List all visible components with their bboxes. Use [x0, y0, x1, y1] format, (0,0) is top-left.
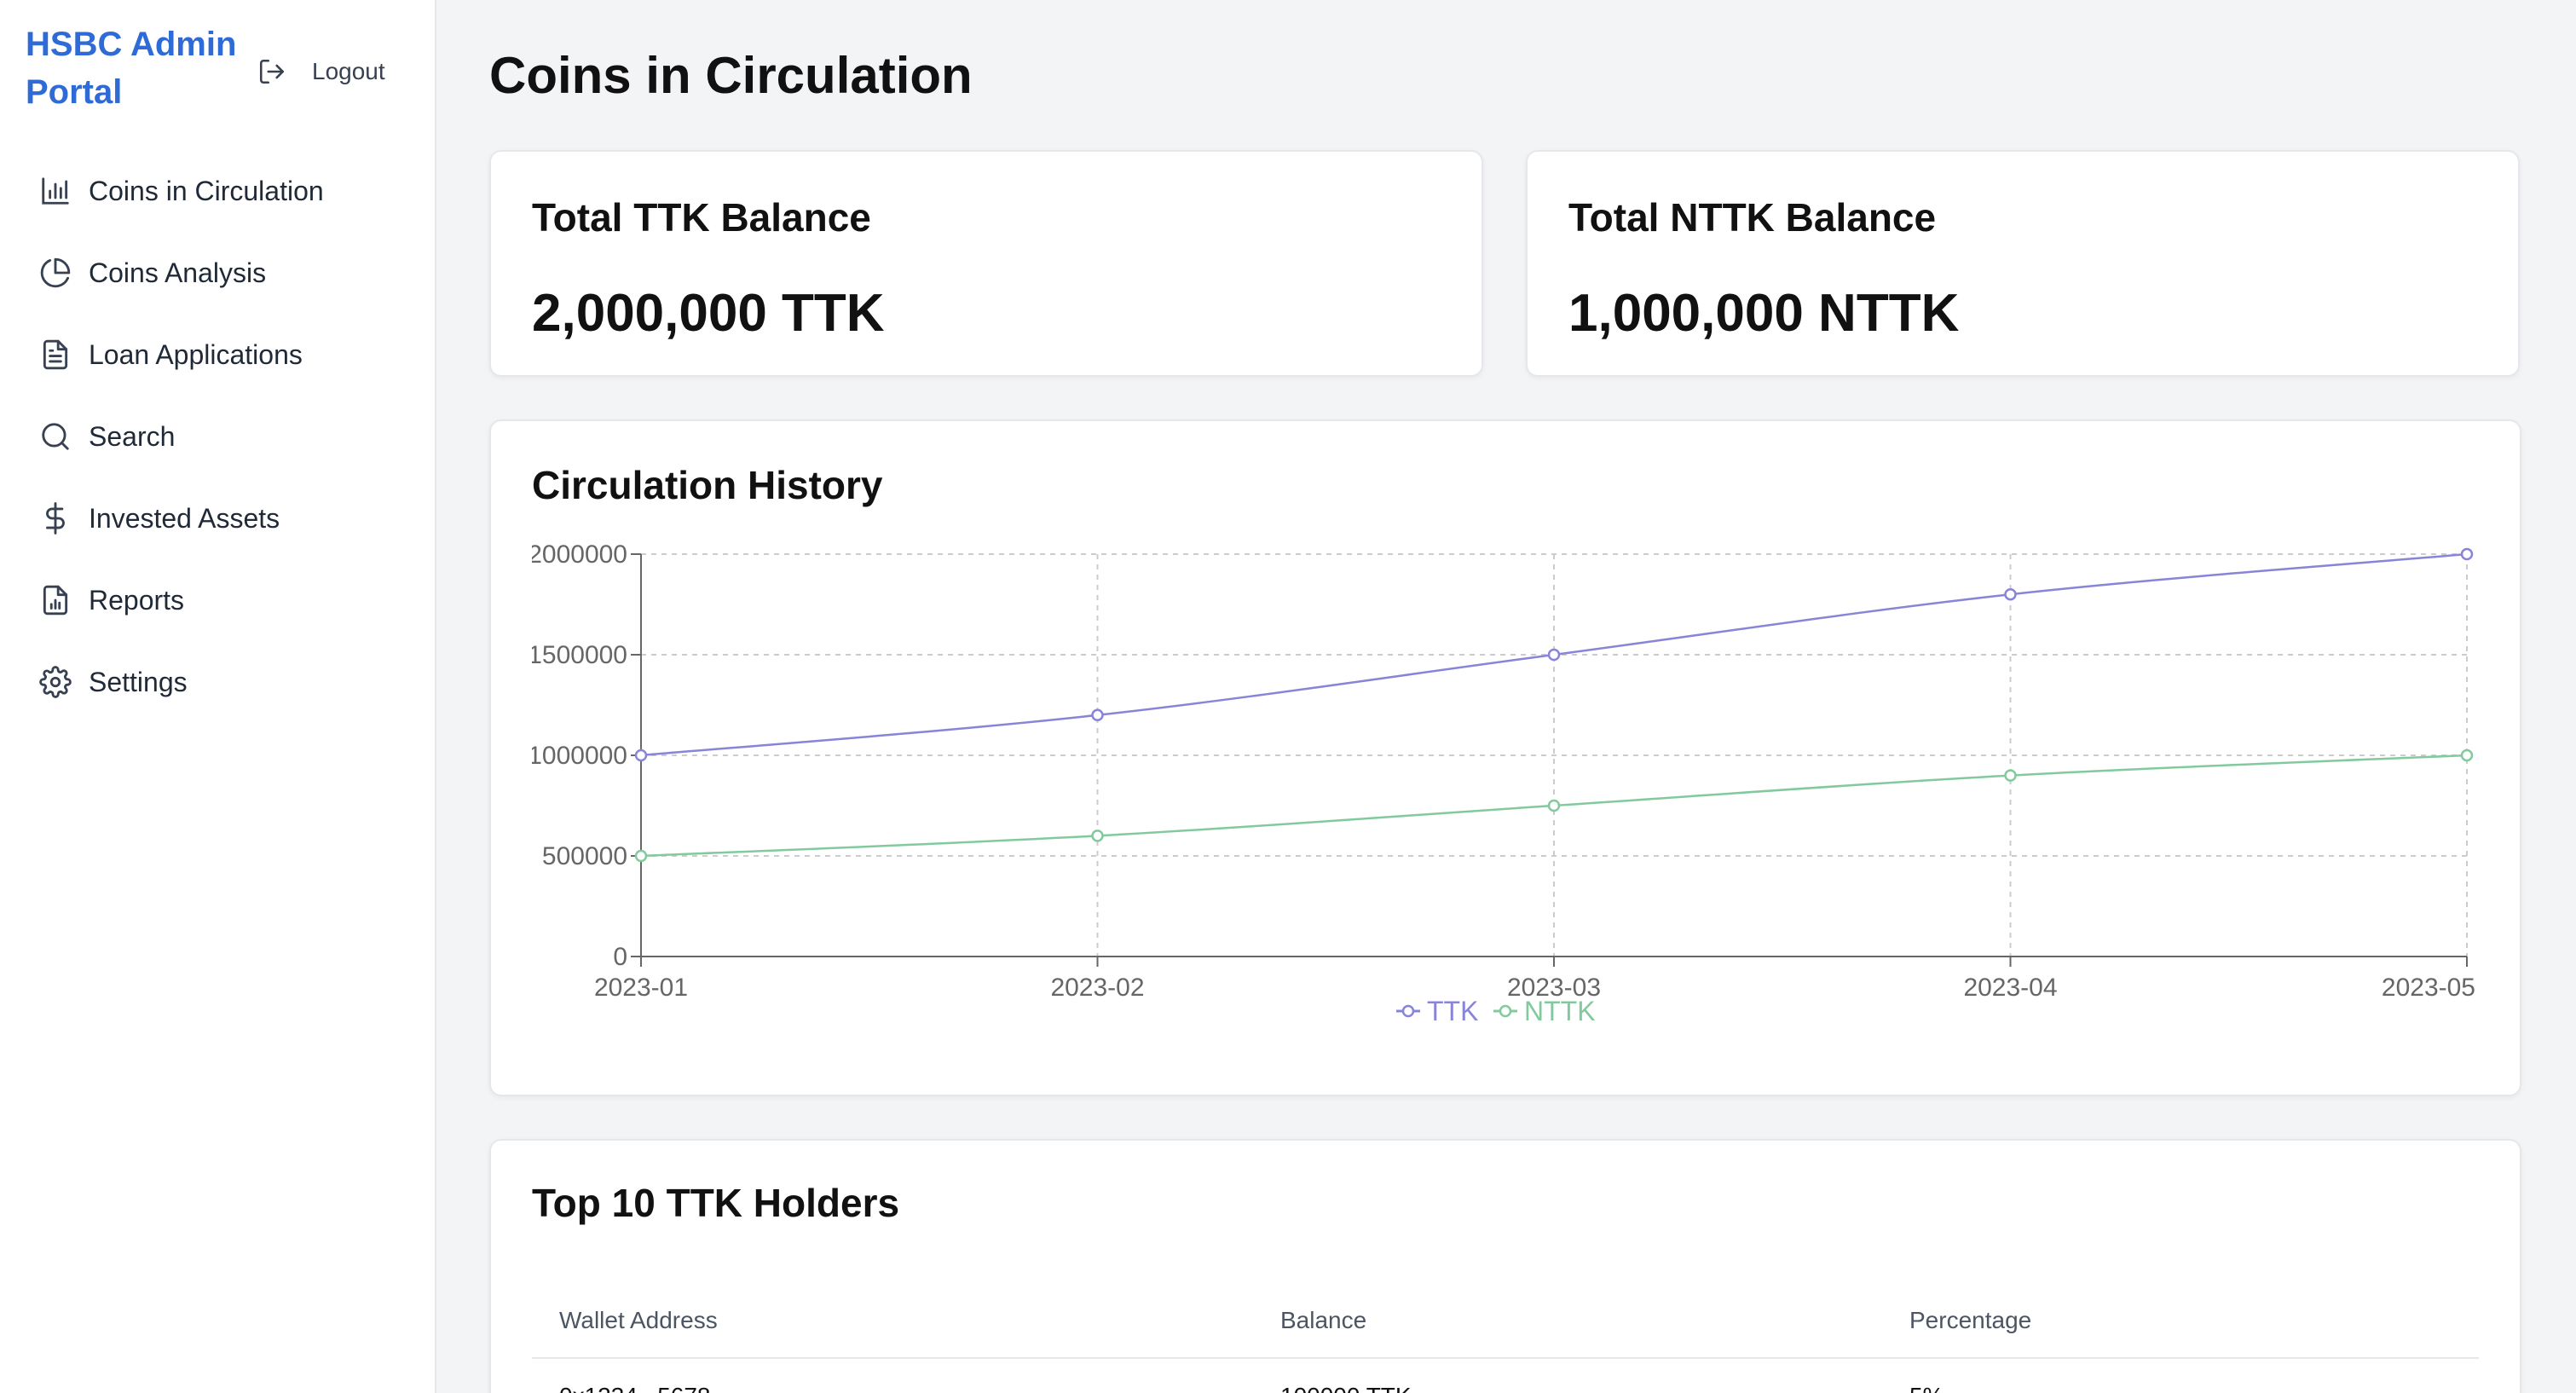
bar-chart-icon [42, 177, 69, 205]
circulation-line-chart: 0 500000 1000000 1500000 2000000 2023-01 2023-… [491, 529, 2475, 1026]
sidebar-item-coins-in-circulation[interactable]: Coins in Circulation [39, 167, 414, 215]
sidebar-item-settings[interactable]: Settings [39, 658, 414, 706]
data-point-ttk [1547, 648, 1561, 662]
sidebar-item-label: Invested Assets [89, 502, 280, 534]
y-tick-label: 500000 [542, 842, 627, 870]
table-title: Top 10 TTK Holders [532, 1181, 900, 1225]
sidebar-item-search[interactable]: Search [39, 413, 414, 460]
nttk-balance-title: Total NTTK Balance [1568, 195, 1937, 240]
document-icon [43, 339, 68, 370]
sidebar-item-loan-applications[interactable]: Loan Applications [39, 331, 414, 379]
pie-chart-icon [40, 257, 71, 288]
data-point-ttk [2004, 587, 2017, 601]
brand-line-1: HSBC Admin [26, 26, 237, 63]
x-tick-label: 2023-01 [594, 974, 688, 1002]
data-point-nttk [634, 849, 648, 863]
data-point-ttk [1091, 708, 1104, 722]
report-icon [43, 585, 68, 616]
data-point-nttk [2004, 769, 2017, 782]
table-row[interactable]: 0x1234...5678 100000 TTK 5% [532, 1359, 2479, 1393]
legend-label-nttk: NTTK [1524, 996, 1596, 1026]
cell-percentage: 5% [1882, 1383, 2479, 1393]
column-header-percentage: Percentage [1909, 1307, 2032, 1333]
sidebar-item-label: Search [89, 420, 176, 452]
sidebar-header: HSBC Admin Portal Logout [26, 20, 418, 123]
top-holders-card: Top 10 TTK Holders Wallet Address Balanc… [489, 1139, 2521, 1393]
data-point-ttk [634, 749, 648, 762]
sidebar-item-coins-analysis[interactable]: Coins Analysis [39, 249, 414, 297]
sidebar-item-label: Coins in Circulation [89, 175, 324, 206]
page-title: Coins in Circulation [489, 47, 973, 104]
search-icon [42, 423, 69, 450]
table-header-row: Wallet Address Balance Percentage [532, 1284, 2479, 1359]
logout-label: Logout [312, 58, 385, 84]
x-tick-label: 2023-04 [1963, 974, 2057, 1002]
column-header-wallet: Wallet Address [559, 1307, 718, 1333]
cell-balance: 100000 TTK [1253, 1383, 1882, 1393]
y-tick-label: 1500000 [528, 641, 627, 669]
sidebar-item-label: Coins Analysis [89, 257, 267, 288]
x-tick-label: 2023-05 [2382, 974, 2475, 1002]
legend-label-ttk: TTK [1427, 996, 1478, 1026]
holders-table: Wallet Address Balance Percentage 0x1234… [532, 1284, 2479, 1393]
y-tick-label: 1000000 [528, 742, 627, 770]
data-point-nttk [2460, 749, 2474, 762]
ttk-balance-value: 2,000,000 TTK [532, 284, 885, 343]
legend-marker-dot [1401, 1004, 1415, 1018]
column-header-balance: Balance [1280, 1307, 1367, 1333]
legend-marker-dot [1499, 1004, 1512, 1018]
nttk-balance-card: Total NTTK Balance 1,000,000 NTTK [1526, 150, 2520, 377]
logout-button[interactable]: Logout [257, 53, 385, 90]
data-point-nttk [1547, 799, 1561, 812]
sidebar-item-label: Reports [89, 584, 185, 616]
x-tick-label: 2023-02 [1050, 974, 1144, 1002]
ttk-balance-title: Total TTK Balance [532, 195, 871, 240]
sidebar-item-invested-assets[interactable]: Invested Assets [39, 494, 414, 542]
data-point-ttk [2460, 547, 2474, 561]
sidebar: HSBC Admin Portal Logout Coins in Circul… [0, 0, 436, 1393]
ttk-balance-card: Total TTK Balance 2,000,000 TTK [489, 150, 1483, 377]
data-point-nttk [1091, 829, 1104, 842]
y-tick-label: 0 [613, 943, 627, 971]
y-tick-label: 2000000 [528, 540, 627, 569]
brand-line-2: Portal [26, 73, 123, 111]
circulation-history-card: Circulation History 0 500000 1000000 150000… [489, 419, 2521, 1096]
gear-icon [39, 666, 72, 698]
logout-icon [259, 59, 285, 84]
app-brand[interactable]: HSBC Admin Portal [26, 20, 256, 116]
nttk-balance-value: 1,000,000 NTTK [1568, 284, 1960, 343]
dollar-icon [46, 502, 65, 535]
cell-wallet-address: 0x1234...5678 [532, 1383, 1253, 1393]
sidebar-item-reports[interactable]: Reports [39, 576, 414, 624]
sidebar-item-label: Loan Applications [89, 338, 303, 370]
sidebar-item-label: Settings [89, 666, 188, 697]
sidebar-nav: Coins in Circulation Coins Analysis Loan… [39, 167, 414, 740]
y-label-clip [491, 529, 532, 982]
